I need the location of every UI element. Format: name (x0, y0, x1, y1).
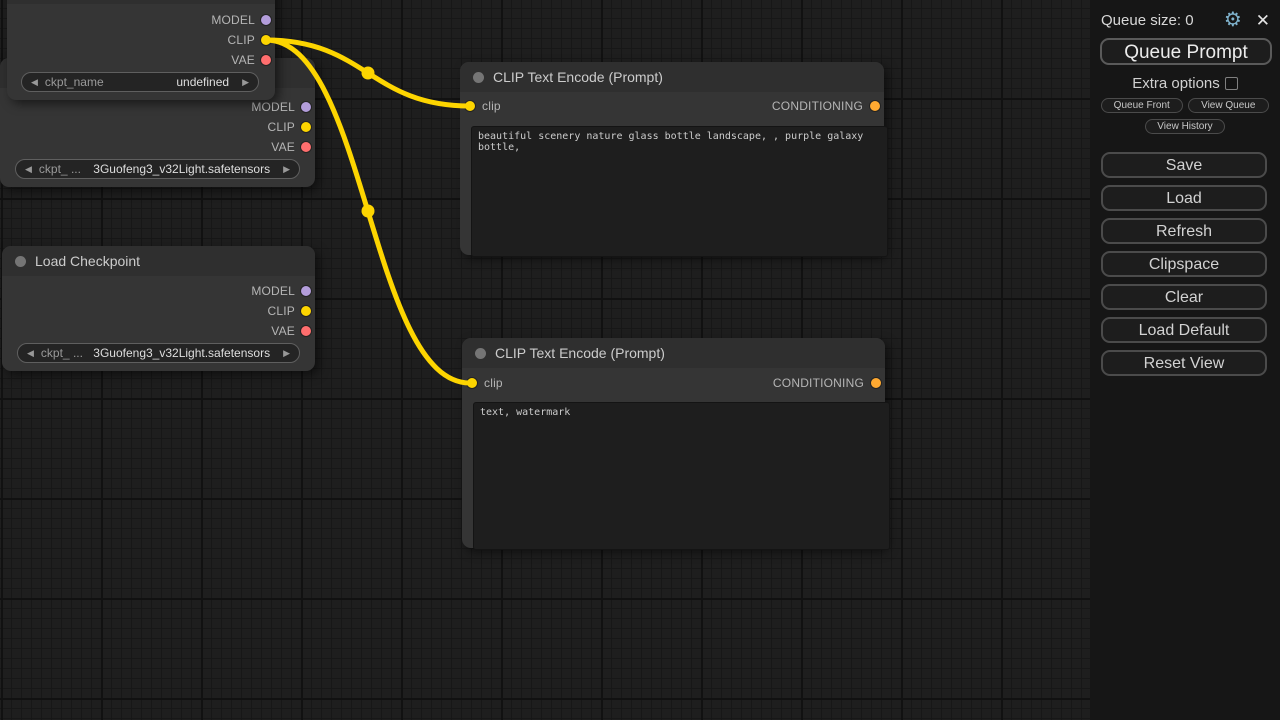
output-label-clip: CLIP (268, 304, 295, 318)
node-status-dot-icon[interactable] (473, 72, 484, 83)
widget-value: 3Guofeng3_v32Light.safetensors (88, 162, 276, 176)
conditioning-output-slot[interactable] (871, 378, 881, 388)
input-label-clip: clip (484, 376, 503, 390)
comfy-menu-panel: Queue size: 0 ⚙ ✕ Queue Prompt Extra opt… (1090, 0, 1280, 720)
widget-value: 3Guofeng3_v32Light.safetensors (90, 346, 276, 360)
node-checkpoint-loader-top[interactable]: MODEL CLIP VAE ◀ ckpt_name undefined ▶ (7, 0, 275, 100)
clip-input-slot[interactable] (465, 101, 475, 111)
output-label-model: MODEL (251, 100, 295, 114)
node-title: CLIP Text Encode (Prompt) (493, 69, 663, 85)
save-button[interactable]: Save (1101, 152, 1267, 178)
node-load-checkpoint[interactable]: Load Checkpoint MODEL CLIP VAE ◀ ckpt_ .… (2, 246, 315, 371)
queue-front-button[interactable]: Queue Front (1101, 98, 1183, 113)
node-status-dot-icon[interactable] (15, 256, 26, 267)
vae-output-slot[interactable] (301, 142, 311, 152)
output-label-clip: CLIP (268, 120, 295, 134)
clipspace-button[interactable]: Clipspace (1101, 251, 1267, 277)
close-icon[interactable]: ✕ (1256, 12, 1270, 29)
extra-options-label: Extra options (1132, 75, 1220, 92)
ckpt-name-combo-widget[interactable]: ◀ ckpt_name undefined ▶ (21, 72, 259, 92)
prompt-textarea[interactable]: beautiful scenery nature glass bottle la… (471, 126, 888, 257)
vae-output-slot[interactable] (301, 326, 311, 336)
queue-prompt-button[interactable]: Queue Prompt (1100, 38, 1272, 65)
vae-output-slot[interactable] (261, 55, 271, 65)
combo-right-arrow-icon[interactable]: ▶ (283, 165, 290, 174)
combo-left-arrow-icon[interactable]: ◀ (25, 165, 32, 174)
node-title: CLIP Text Encode (Prompt) (495, 345, 665, 361)
output-label-clip: CLIP (228, 33, 255, 47)
node-title: Load Checkpoint (35, 253, 140, 269)
widget-name: ckpt_name (45, 75, 104, 89)
view-history-button[interactable]: View History (1145, 119, 1225, 134)
link-midpoint-dot[interactable] (362, 67, 375, 80)
output-label-conditioning: CONDITIONING (772, 99, 863, 113)
node-clip-text-encode-positive[interactable]: CLIP Text Encode (Prompt) clip CONDITION… (460, 62, 884, 255)
widget-value: undefined (111, 75, 235, 89)
output-label-vae: VAE (231, 53, 255, 67)
link-midpoint-dot[interactable] (362, 205, 375, 218)
node-clip-text-encode-negative[interactable]: CLIP Text Encode (Prompt) clip CONDITION… (462, 338, 885, 548)
clip-output-slot[interactable] (301, 306, 311, 316)
extra-options-checkbox[interactable] (1225, 77, 1238, 90)
reset-view-button[interactable]: Reset View (1101, 350, 1267, 376)
node-title-bar[interactable]: Load Checkpoint (2, 246, 315, 276)
combo-left-arrow-icon[interactable]: ◀ (31, 78, 38, 87)
conditioning-output-slot[interactable] (870, 101, 880, 111)
refresh-button[interactable]: Refresh (1101, 218, 1267, 244)
node-status-dot-icon[interactable] (475, 348, 486, 359)
input-label-clip: clip (482, 99, 501, 113)
node-title-bar[interactable]: CLIP Text Encode (Prompt) (460, 62, 884, 92)
clear-button[interactable]: Clear (1101, 284, 1267, 310)
output-label-model: MODEL (251, 284, 295, 298)
load-button[interactable]: Load (1101, 185, 1267, 211)
combo-right-arrow-icon[interactable]: ▶ (242, 78, 249, 87)
queue-size-label: Queue size: 0 (1101, 12, 1224, 29)
model-output-slot[interactable] (301, 102, 311, 112)
load-default-button[interactable]: Load Default (1101, 317, 1267, 343)
model-output-slot[interactable] (301, 286, 311, 296)
output-label-vae: VAE (271, 140, 295, 154)
output-label-vae: VAE (271, 324, 295, 338)
ckpt-name-combo-widget[interactable]: ◀ ckpt_ ... 3Guofeng3_v32Light.safetenso… (17, 343, 300, 363)
view-queue-button[interactable]: View Queue (1188, 98, 1270, 113)
settings-gear-icon[interactable]: ⚙ (1224, 10, 1242, 30)
model-output-slot[interactable] (261, 15, 271, 25)
prompt-textarea[interactable]: text, watermark (473, 402, 890, 550)
widget-name: ckpt_ ... (39, 162, 81, 176)
output-label-model: MODEL (211, 13, 255, 27)
node-title-bar[interactable]: CLIP Text Encode (Prompt) (462, 338, 885, 368)
output-label-conditioning: CONDITIONING (773, 376, 864, 390)
combo-left-arrow-icon[interactable]: ◀ (27, 349, 34, 358)
clip-output-slot[interactable] (261, 35, 271, 45)
clip-input-slot[interactable] (467, 378, 477, 388)
ckpt-name-combo-widget[interactable]: ◀ ckpt_ ... 3Guofeng3_v32Light.safetenso… (15, 159, 300, 179)
widget-name: ckpt_ ... (41, 346, 83, 360)
clip-output-slot[interactable] (301, 122, 311, 132)
combo-right-arrow-icon[interactable]: ▶ (283, 349, 290, 358)
